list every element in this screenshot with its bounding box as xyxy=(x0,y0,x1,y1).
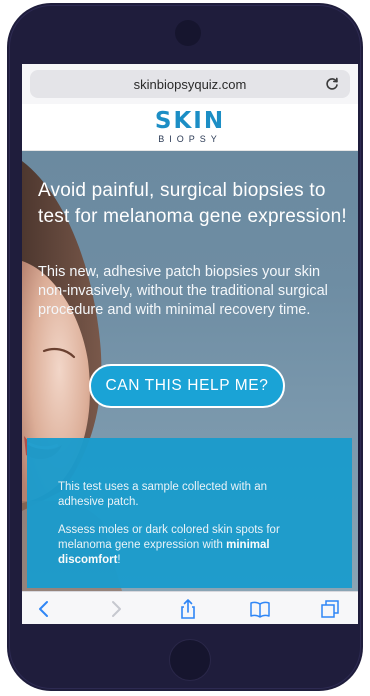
can-this-help-me-button[interactable]: CAN THIS HELP ME? xyxy=(89,364,285,408)
bookmarks-icon[interactable] xyxy=(250,599,270,619)
logo-wordmark: SKIN xyxy=(154,108,226,134)
site-header: SKIN BIOPSY xyxy=(22,104,358,151)
info-paragraph-2: Assess moles or dark colored skin spots … xyxy=(58,523,308,568)
phone-screen: skinbiopsyquiz.com SKIN BIOPSY Avoid pai… xyxy=(22,64,358,624)
address-bar[interactable]: skinbiopsyquiz.com xyxy=(30,70,350,98)
info-paragraph-1: This test uses a sample collected with a… xyxy=(58,481,268,508)
camera-icon xyxy=(175,20,201,46)
share-icon[interactable] xyxy=(178,599,198,619)
info-box: This test uses a sample collected with a… xyxy=(27,438,352,588)
browser-toolbar xyxy=(22,591,358,624)
hero-headline: Avoid painful, surgical biopsies to test… xyxy=(38,180,347,227)
browser-address-area: skinbiopsyquiz.com xyxy=(22,64,358,104)
hero-section: Avoid painful, surgical biopsies to test… xyxy=(22,151,358,591)
home-button[interactable] xyxy=(169,639,211,681)
info-paragraph-2-end: ! xyxy=(117,554,121,566)
site-logo[interactable]: SKIN BIOPSY xyxy=(22,109,358,145)
back-icon[interactable] xyxy=(34,599,54,619)
url-text[interactable]: skinbiopsyquiz.com xyxy=(30,77,350,92)
logo-subtitle: BIOPSY xyxy=(158,134,222,144)
hero-subheadline: This new, adhesive patch biopsies your s… xyxy=(38,264,328,318)
tabs-icon[interactable] xyxy=(320,599,340,619)
forward-icon[interactable] xyxy=(106,599,126,619)
reload-icon[interactable] xyxy=(324,76,340,92)
